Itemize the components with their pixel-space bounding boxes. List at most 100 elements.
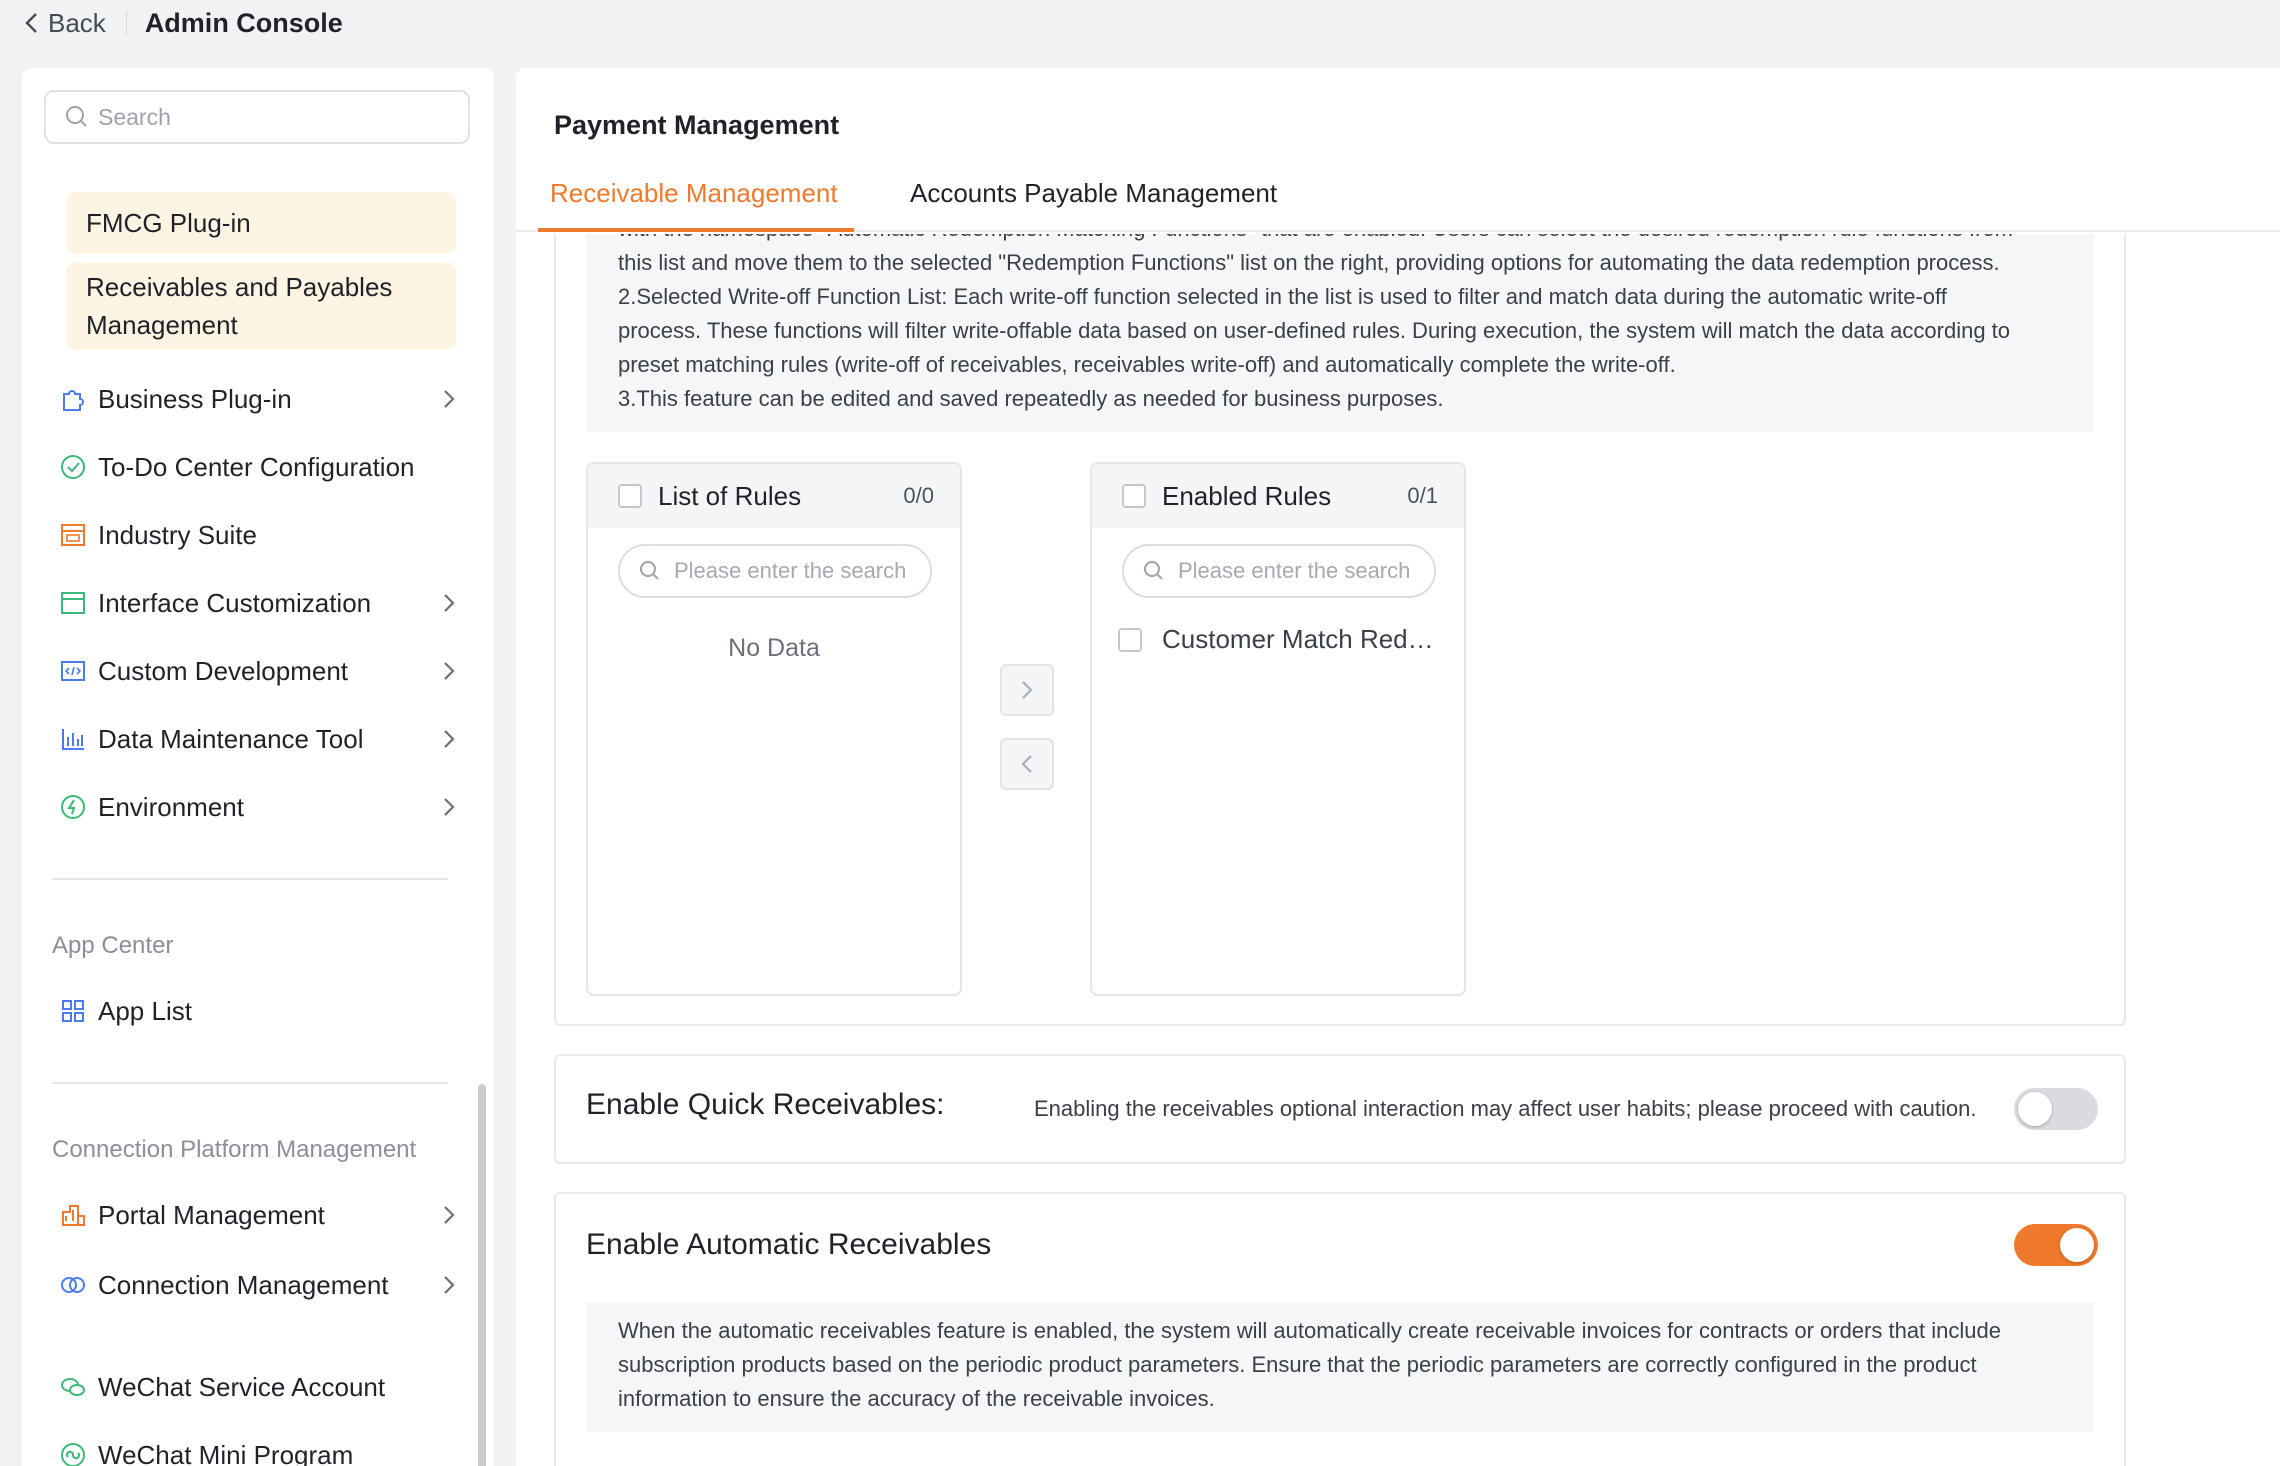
- sidebar-item-label: Custom Development: [98, 655, 348, 686]
- description-line: with the namespace "Automatic Redemption…: [618, 234, 2062, 246]
- search-icon: [640, 561, 659, 580]
- description-line: 3.This feature can be edited and saved r…: [618, 386, 1444, 411]
- page-title: Payment Management: [554, 110, 840, 140]
- chevron-right-icon: [444, 1206, 455, 1224]
- toggle-knob: [2018, 1092, 2052, 1126]
- transfer-search-input[interactable]: [674, 558, 914, 584]
- chevron-right-icon: [444, 390, 455, 408]
- back-button[interactable]: Back: [22, 8, 106, 39]
- sidebar-divider: [52, 878, 448, 880]
- sidebar-subitem-receivables-payables[interactable]: Receivables and Payables Management: [66, 262, 456, 350]
- sidebar-item-label: WeChat Service Account: [98, 1371, 386, 1402]
- transfer-list-title: Enabled Rules: [1162, 480, 1332, 511]
- building-icon: [58, 1200, 88, 1230]
- transfer-list-header: List of Rules 0/0: [588, 464, 960, 528]
- sidebar-item-business-plugin[interactable]: Business Plug-in: [58, 374, 458, 424]
- environment-icon: [58, 792, 88, 822]
- auto-receivables-label: Enable Automatic Receivables: [586, 1228, 992, 1261]
- description-line: process. These functions will filter wri…: [618, 318, 2011, 343]
- move-left-button[interactable]: [1000, 738, 1054, 790]
- tab-bar: Receivable Management Accounts Payable M…: [516, 164, 2280, 232]
- code-icon: [58, 656, 88, 686]
- grid-icon: [58, 996, 88, 1026]
- chevron-right-icon: [1022, 681, 1033, 699]
- topbar-divider: [125, 11, 127, 35]
- suite-icon: [58, 520, 88, 550]
- tab-receivable-management[interactable]: Receivable Management: [550, 178, 838, 209]
- sidebar-item-label: Business Plug-in: [98, 383, 292, 414]
- quick-receivables-toggle[interactable]: [2014, 1088, 2098, 1130]
- transfer-list-item[interactable]: Customer Match Redemption: [1118, 624, 1448, 655]
- sidebar-item-label: Data Maintenance Tool: [98, 723, 364, 754]
- sidebar-item-label: WeChat Mini Program: [98, 1439, 354, 1466]
- sidebar-item-label: To-Do Center Configuration: [98, 451, 415, 482]
- sidebar-item-label: Portal Management: [98, 1199, 325, 1230]
- move-right-button[interactable]: [1000, 664, 1054, 716]
- sidebar-scrollbar[interactable]: [478, 1084, 486, 1466]
- chevron-right-icon: [444, 662, 455, 680]
- transfer-list-title: List of Rules: [658, 480, 802, 511]
- app-title: Admin Console: [144, 7, 343, 38]
- tab-accounts-payable-management[interactable]: Accounts Payable Management: [910, 178, 1277, 209]
- sidebar-subitem-label: FMCG Plug-in: [86, 208, 251, 238]
- quick-receivables-hint: Enabling the receivables optional intera…: [1034, 1096, 1977, 1121]
- transfer-search-input[interactable]: [1178, 558, 1418, 584]
- top-bar: Back Admin Console: [0, 0, 2280, 46]
- search-icon: [1144, 561, 1163, 580]
- mini-program-icon: [58, 1440, 88, 1466]
- transfer-list-count: 0/0: [903, 483, 934, 508]
- item-checkbox[interactable]: [1118, 627, 1142, 652]
- sidebar-item-label: Industry Suite: [98, 519, 257, 550]
- description-line: preset matching rules (write-off of rece…: [618, 352, 1676, 377]
- chevron-left-icon: [1021, 755, 1032, 773]
- transfer-list-header: Enabled Rules 0/1: [1092, 464, 1464, 528]
- sidebar-item-environment[interactable]: Environment: [58, 782, 458, 832]
- sidebar-subitem-label: Receivables and Payables Management: [86, 272, 393, 340]
- sidebar: FMCG Plug-in Receivables and Payables Ma…: [22, 68, 494, 1466]
- sidebar-search-input[interactable]: [98, 103, 438, 131]
- transfer-search[interactable]: [618, 544, 932, 598]
- sidebar-item-interface-customization[interactable]: Interface Customization: [58, 578, 458, 628]
- description-line: 2.Selected Write-off Function List: Each…: [618, 284, 1947, 309]
- chevron-right-icon: [444, 798, 455, 816]
- search-icon: [66, 106, 87, 127]
- chevron-left-icon: [25, 13, 37, 33]
- chevron-right-icon: [444, 594, 455, 612]
- description-line: information to ensure the accuracy of th…: [618, 1386, 1215, 1411]
- chevron-right-icon: [444, 1276, 455, 1294]
- transfer-list-count: 0/1: [1407, 483, 1438, 508]
- sidebar-item-custom-development[interactable]: Custom Development: [58, 646, 458, 696]
- sidebar-item-app-list[interactable]: App List: [58, 986, 458, 1036]
- link-rings-icon: [58, 1270, 88, 1300]
- select-all-checkbox[interactable]: [618, 484, 642, 508]
- transfer-list-source: List of Rules 0/0 No Data: [586, 462, 962, 996]
- sidebar-item-portal-management[interactable]: Portal Management: [58, 1190, 458, 1240]
- empty-state: No Data: [728, 634, 820, 662]
- sidebar-item-label: App List: [98, 995, 192, 1026]
- main-content: Payment Management Receivable Management…: [516, 68, 2280, 1466]
- sidebar-item-data-maintenance[interactable]: Data Maintenance Tool: [58, 714, 458, 764]
- quick-receivables-panel: Enable Quick Receivables: Enabling the r…: [554, 1054, 2126, 1164]
- select-all-checkbox[interactable]: [1122, 484, 1146, 508]
- puzzle-icon: [58, 384, 88, 414]
- wechat-icon: [58, 1372, 88, 1402]
- rules-description: with the namespace "Automatic Redemption…: [586, 234, 2094, 432]
- sidebar-subitem-fmcg-plugin[interactable]: FMCG Plug-in: [66, 192, 456, 254]
- section-title-connection-platform: Connection Platform Management: [52, 1136, 417, 1163]
- auto-receivables-description: When the automatic receivables feature i…: [586, 1302, 2094, 1432]
- check-circle-icon: [58, 452, 88, 482]
- sidebar-item-wechat-mini-program[interactable]: WeChat Mini Program: [58, 1430, 458, 1466]
- sidebar-item-wechat-service-account[interactable]: WeChat Service Account: [58, 1362, 458, 1412]
- sidebar-item-connection-management[interactable]: Connection Management: [58, 1258, 458, 1350]
- transfer-item-label: Customer Match Redemption: [1162, 624, 1448, 654]
- quick-receivables-label: Enable Quick Receivables:: [586, 1088, 945, 1121]
- transfer-search[interactable]: [1122, 544, 1436, 598]
- active-tab-indicator: [538, 228, 854, 232]
- window-icon: [58, 588, 88, 618]
- sidebar-item-todo-center[interactable]: To-Do Center Configuration: [58, 442, 458, 492]
- back-label: Back: [48, 7, 106, 38]
- chevron-right-icon: [444, 730, 455, 748]
- sidebar-search[interactable]: [44, 90, 470, 144]
- sidebar-item-industry-suite[interactable]: Industry Suite: [58, 510, 458, 560]
- auto-receivables-toggle[interactable]: [2014, 1224, 2098, 1266]
